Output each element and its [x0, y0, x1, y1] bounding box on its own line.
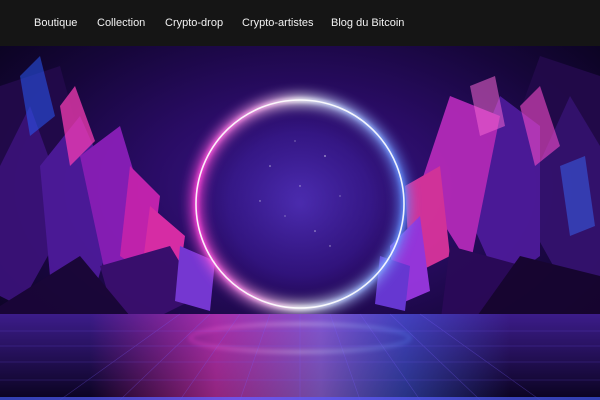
nav-link-boutique[interactable]: Boutique — [34, 16, 77, 30]
nav-link-blog-du-bitcoin[interactable]: Blog du Bitcoin — [331, 16, 404, 30]
nav-link-crypto-drop[interactable]: Crypto-drop — [165, 16, 223, 30]
hero-banner — [0, 46, 600, 400]
neon-ring-tunnel-image — [0, 46, 600, 400]
page: Boutique Collection Crypto-drop Crypto-a… — [0, 0, 600, 400]
top-navigation-bar: Boutique Collection Crypto-drop Crypto-a… — [0, 0, 600, 46]
nav-link-crypto-artistes[interactable]: Crypto-artistes — [242, 16, 314, 30]
nav-link-collection[interactable]: Collection — [97, 16, 145, 30]
